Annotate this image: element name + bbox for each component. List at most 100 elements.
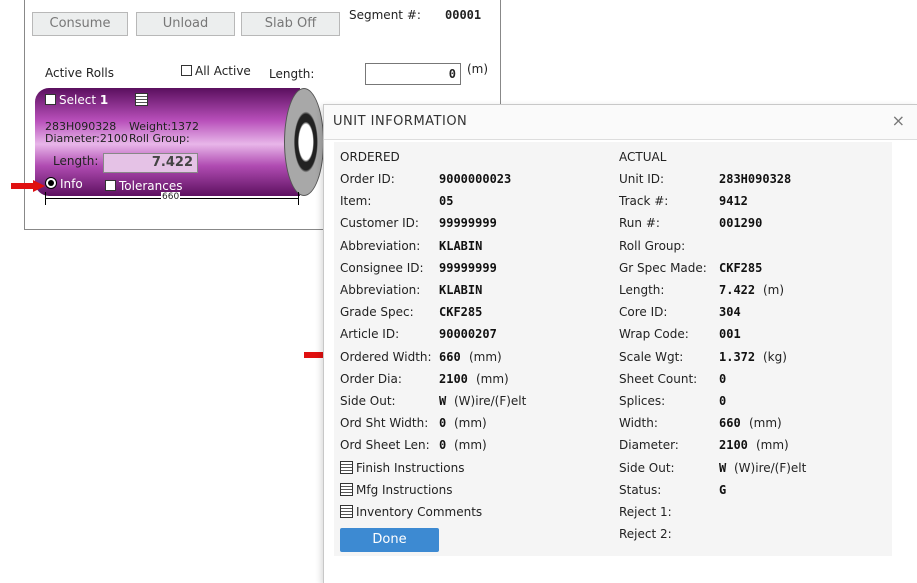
dim-tick-right <box>298 192 299 205</box>
field-label: Run #: <box>619 216 660 231</box>
field-label: Side Out: <box>619 460 675 475</box>
field-label: Customer ID: <box>340 216 419 231</box>
field-value: 304 <box>719 305 741 320</box>
instruction-link-label: Inventory Comments <box>356 505 483 519</box>
field-label: Reject 2: <box>619 527 672 542</box>
field-label: Roll Group: <box>619 238 686 253</box>
checkbox-icon[interactable] <box>181 65 192 76</box>
field-value: 9000000023 <box>439 172 512 186</box>
field-label: Order ID: <box>340 172 395 186</box>
dialog-title: UNIT INFORMATION <box>333 114 468 129</box>
field-label: Length: <box>619 283 665 297</box>
notes-icon[interactable] <box>340 505 353 518</box>
select-number: 1 <box>99 93 109 107</box>
field-unit: (mm) <box>469 349 502 364</box>
length-label: Length: <box>269 67 315 81</box>
segment-value: 00001 <box>445 8 482 22</box>
field-value: KLABIN <box>439 283 483 297</box>
field-label: Ordered Width: <box>340 349 432 364</box>
roll-diameter: Diameter:2100 <box>45 132 128 145</box>
field-value: 0 <box>719 371 727 386</box>
checkbox-icon[interactable] <box>45 94 56 105</box>
field-unit: (mm) <box>749 416 782 431</box>
info-radio[interactable]: Info <box>45 177 83 191</box>
field-value: 001 <box>719 327 741 342</box>
field-value: CKF285 <box>439 305 483 320</box>
field-unit: (W)ire/(F)elt <box>734 460 807 475</box>
length-unit: (m) <box>467 62 489 76</box>
unload-button[interactable]: Unload <box>136 12 235 36</box>
instruction-link[interactable]: Mfg Instructions <box>340 482 453 497</box>
field-value: 90000207 <box>439 327 497 342</box>
tolerances-checkbox[interactable]: Tolerances <box>105 179 182 193</box>
field-value: W <box>719 460 727 475</box>
field-value: 283H090328 <box>719 172 792 186</box>
field-unit: (mm) <box>454 438 487 453</box>
field-value: W <box>439 394 447 408</box>
instruction-link-label: Mfg Instructions <box>356 482 453 497</box>
roll-group: Roll Group: <box>129 132 190 145</box>
field-label: Order Dia: <box>340 371 402 386</box>
roll-length-value: 7.422 <box>103 153 198 173</box>
field-label: Splices: <box>619 394 666 408</box>
field-unit: (mm) <box>756 438 789 453</box>
dialog-body: ORDERED ACTUAL Order ID: 9000000023 Item: 0… <box>334 142 892 556</box>
field-label: Scale Wgt: <box>619 349 684 364</box>
field-label: Status: <box>619 482 662 497</box>
notes-icon[interactable] <box>340 482 353 496</box>
consume-button[interactable]: Consume <box>32 12 128 36</box>
field-unit: (mm) <box>476 371 509 386</box>
done-button[interactable]: Done <box>340 528 439 552</box>
field-label: Width: <box>619 416 658 431</box>
field-value: 99999999 <box>439 260 497 275</box>
field-label: Abbreviation: <box>340 238 421 253</box>
field-label: Item: <box>340 194 372 209</box>
info-label: Info <box>60 177 83 191</box>
field-value: 660 <box>439 349 461 364</box>
field-value: 7.422 <box>719 283 756 297</box>
field-value: 0 <box>719 394 727 408</box>
field-value: CKF285 <box>719 260 763 275</box>
red-arrow-icon <box>11 180 45 192</box>
field-value: 2100 <box>439 371 468 386</box>
instruction-link[interactable]: Inventory Comments <box>340 505 482 519</box>
field-label: Abbreviation: <box>340 283 421 297</box>
dialog-header: UNIT INFORMATION × <box>324 105 917 140</box>
field-value: 05 <box>439 194 454 209</box>
roll-end-icon <box>284 88 324 196</box>
length-input[interactable]: 0 <box>365 63 461 85</box>
field-label: Gr Spec Made: <box>619 260 707 275</box>
field-label: Wrap Code: <box>619 327 689 342</box>
field-value: 0 <box>439 416 447 431</box>
field-value: G <box>719 482 727 497</box>
all-active-checkbox[interactable]: All Active <box>181 64 251 78</box>
instruction-link-label: Finish Instructions <box>356 460 465 475</box>
field-label: Side Out: <box>340 394 396 408</box>
field-unit: (kg) <box>763 349 787 364</box>
select-label: Select <box>59 93 97 107</box>
actual-heading: ACTUAL <box>619 150 667 164</box>
field-label: Reject 1: <box>619 505 672 519</box>
field-value: 9412 <box>719 194 748 209</box>
field-unit: (mm) <box>454 416 487 431</box>
unit-information-dialog: UNIT INFORMATION × ORDERED ACTUAL Order … <box>323 104 917 583</box>
ordered-heading: ORDERED <box>340 150 400 164</box>
field-label: Core ID: <box>619 305 668 320</box>
field-value: 660 <box>719 416 741 431</box>
notes-icon[interactable] <box>340 460 353 474</box>
select-checkbox[interactable]: Select 1 <box>45 93 108 107</box>
field-value: KLABIN <box>439 238 483 253</box>
field-value: 99999999 <box>439 216 497 231</box>
notes-icon[interactable] <box>135 93 148 106</box>
slab-off-button[interactable]: Slab Off <box>241 12 340 36</box>
dim-tick-left <box>45 192 46 205</box>
close-icon[interactable]: × <box>892 111 905 130</box>
all-active-label: All Active <box>195 64 251 78</box>
instruction-link[interactable]: Finish Instructions <box>340 460 465 475</box>
width-dimension-label: 660 <box>161 192 181 202</box>
checkbox-icon[interactable] <box>105 180 116 191</box>
field-label: Sheet Count: <box>619 371 698 386</box>
field-value: 1.372 <box>719 349 756 364</box>
radio-icon[interactable] <box>45 177 57 189</box>
field-label: Ord Sht Width: <box>340 416 429 431</box>
